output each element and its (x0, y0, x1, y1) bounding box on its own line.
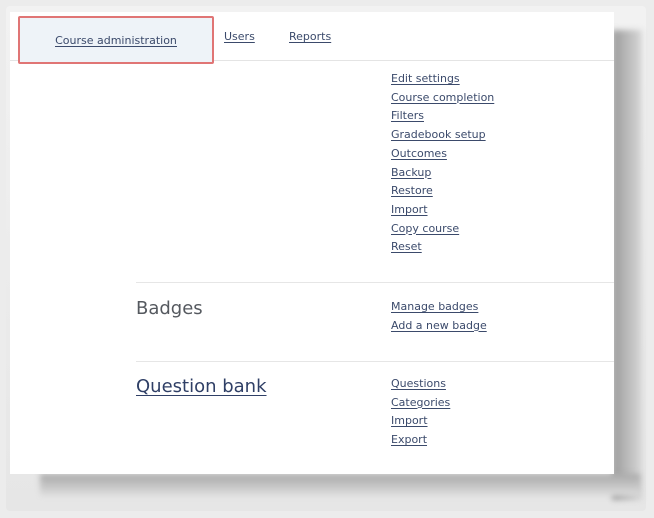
badges-links-list: Manage badges Add a new badge (391, 298, 487, 335)
outcomes-link[interactable]: Outcomes (391, 145, 494, 164)
questions-link[interactable]: Questions (391, 375, 450, 394)
backup-link[interactable]: Backup (391, 164, 494, 183)
badges-heading: Badges (136, 298, 203, 319)
export-link[interactable]: Export (391, 431, 450, 450)
tab-reports[interactable]: Reports (289, 30, 331, 43)
course-admin-panel: Course administration Users Reports Edit… (10, 12, 614, 474)
tab-course-administration-label: Course administration (55, 33, 177, 47)
course-completion-link[interactable]: Course completion (391, 89, 494, 108)
import-link[interactable]: Import (391, 412, 450, 431)
add-new-badge-link[interactable]: Add a new badge (391, 317, 487, 336)
course-links-list: Edit settings Course completion Filters … (391, 70, 494, 257)
secondary-navigation: Course administration Users Reports (10, 12, 614, 64)
tab-users[interactable]: Users (224, 30, 255, 43)
restore-link[interactable]: Restore (391, 182, 494, 201)
tab-course-administration[interactable]: Course administration (18, 16, 214, 64)
categories-link[interactable]: Categories (391, 394, 450, 413)
reset-link[interactable]: Reset (391, 238, 494, 257)
panel-shadow-right (612, 30, 642, 500)
section-divider (136, 361, 614, 362)
panel-shadow-bottom (40, 474, 640, 496)
question-bank-heading-link[interactable]: Question bank (136, 376, 267, 397)
manage-badges-link[interactable]: Manage badges (391, 298, 487, 317)
question-bank-links-list: Questions Categories Import Export (391, 375, 450, 450)
copy-course-link[interactable]: Copy course (391, 220, 494, 239)
import-link[interactable]: Import (391, 201, 494, 220)
gradebook-setup-link[interactable]: Gradebook setup (391, 126, 494, 145)
filters-link[interactable]: Filters (391, 107, 494, 126)
section-divider (136, 282, 614, 283)
edit-settings-link[interactable]: Edit settings (391, 70, 494, 89)
